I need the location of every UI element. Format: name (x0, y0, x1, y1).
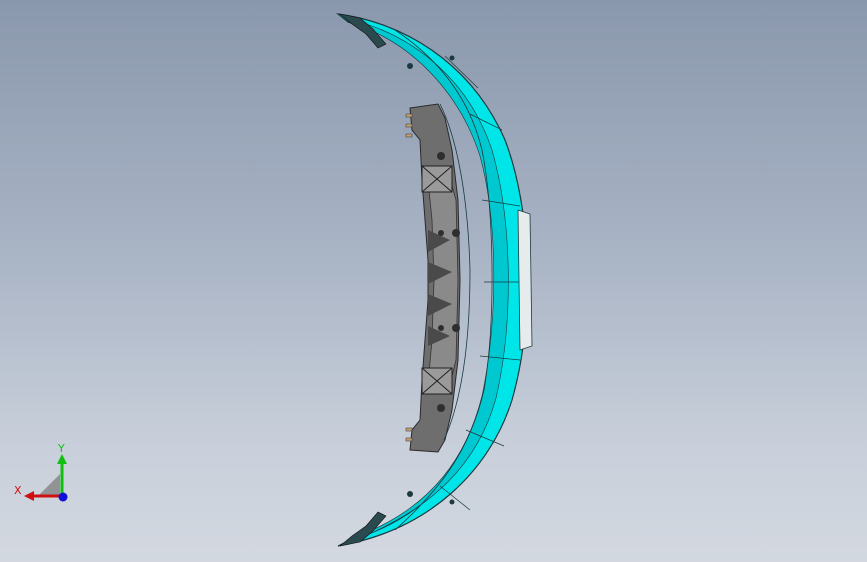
x-axis-label: X (14, 484, 22, 497)
bumper-model[interactable] (0, 0, 867, 562)
bumper-bracket-assembly[interactable] (405, 103, 461, 453)
graphics-viewport[interactable]: Y X (0, 0, 867, 562)
coordinate-triad-icon: Y X (14, 442, 68, 502)
y-axis-label: Y (57, 442, 65, 455)
